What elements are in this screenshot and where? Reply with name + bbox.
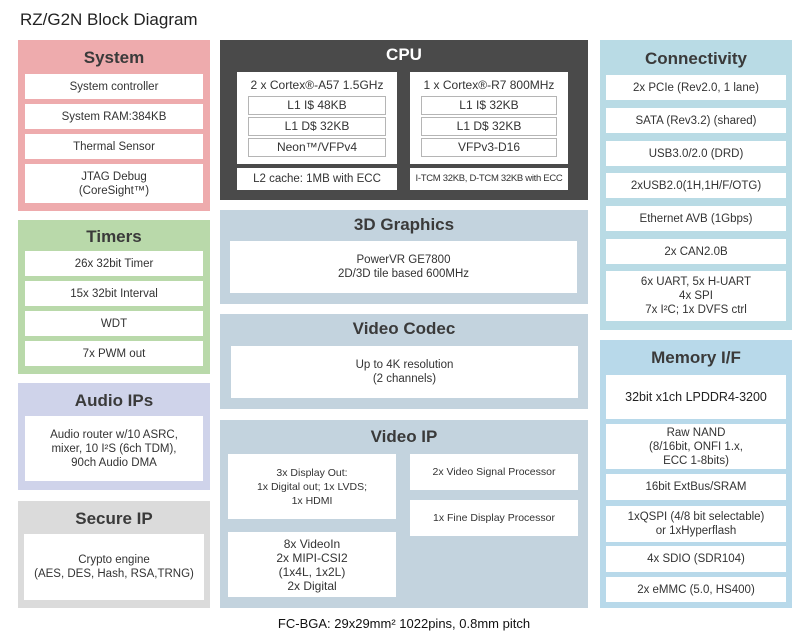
audio-title: Audio IPs bbox=[74, 391, 154, 410]
timers-item: 26x 32bit Timer bbox=[25, 251, 203, 276]
secure-item: Crypto engine (AES, DES, Hash, RSA,TRNG) bbox=[24, 534, 204, 600]
timers-block: Timers 26x 32bit Timer 15x 32bit Interva… bbox=[18, 220, 210, 374]
connectivity-item: 6x UART, 5x H-UART 4x SPI 7x I²C; 1x DVF… bbox=[606, 271, 786, 321]
timers-item: 15x 32bit Interval bbox=[25, 281, 203, 306]
video-ip-title: Video IP bbox=[370, 427, 438, 446]
system-block: System System controller System RAM:384K… bbox=[18, 40, 210, 211]
system-item: JTAG Debug (CoreSight™) bbox=[25, 164, 203, 203]
cpu-block: CPU 2 x Cortex®-A57 1.5GHz L1 I$ 48KB L1… bbox=[220, 40, 588, 200]
video-ip-vsp: 2x Video Signal Processor bbox=[410, 454, 578, 490]
secure-block: Secure IP Crypto engine (AES, DES, Hash,… bbox=[18, 501, 210, 608]
cpu-r7-row: L1 D$ 32KB bbox=[421, 117, 557, 136]
cpu-title: CPU bbox=[386, 45, 422, 64]
connectivity-item: 2x PCIe (Rev2.0, 1 lane) bbox=[606, 75, 786, 100]
connectivity-block: Connectivity 2x PCIe (Rev2.0, 1 lane) SA… bbox=[600, 40, 792, 330]
connectivity-title: Connectivity bbox=[644, 49, 748, 68]
system-item: System RAM:384KB bbox=[25, 104, 203, 129]
cpu-r7-tcm: I-TCM 32KB, D-TCM 32KB with ECC bbox=[410, 168, 568, 190]
audio-block: Audio IPs Audio router w/10 ASRC, mixer,… bbox=[18, 383, 210, 490]
cpu-a57-row: L1 I$ 48KB bbox=[248, 96, 386, 115]
memory-item: 16bit ExtBus/SRAM bbox=[606, 474, 786, 500]
timers-item: WDT bbox=[25, 311, 203, 336]
video-ip-display-out: 3x Display Out: 1x Digital out; 1x LVDS;… bbox=[228, 454, 396, 519]
connectivity-item: 2x CAN2.0B bbox=[606, 239, 786, 264]
video-codec-block: Video Codec Up to 4K resolution (2 chann… bbox=[220, 314, 588, 409]
video-codec-item: Up to 4K resolution (2 channels) bbox=[231, 346, 578, 398]
cpu-a57-row: Neon™/VFPv4 bbox=[248, 138, 386, 157]
audio-item: Audio router w/10 ASRC, mixer, 10 I²S (6… bbox=[25, 416, 203, 481]
diagram-title: RZ/G2N Block Diagram bbox=[20, 10, 198, 29]
connectivity-item: SATA (Rev3.2) (shared) bbox=[606, 108, 786, 133]
cpu-a57-l2-cache: L2 cache: 1MB with ECC bbox=[237, 168, 397, 190]
system-title: System bbox=[83, 48, 145, 67]
memory-title: Memory I/F bbox=[651, 348, 741, 367]
cpu-a57-header: 2 x Cortex®-A57 1.5GHz bbox=[250, 78, 384, 92]
memory-item: 4x SDIO (SDR104) bbox=[606, 546, 786, 572]
package-footer: FC-BGA: 29x29mm² 1022pins, 0.8mm pitch bbox=[277, 616, 531, 631]
graphics-title: 3D Graphics bbox=[353, 215, 455, 234]
cpu-r7-row: VFPv3-D16 bbox=[421, 138, 557, 157]
video-codec-title: Video Codec bbox=[352, 319, 456, 338]
memory-item: 2x eMMC (5.0, HS400) bbox=[606, 577, 786, 602]
video-ip-video-in: 8x VideoIn 2x MIPI-CSI2 (1x4L, 1x2L) 2x … bbox=[228, 532, 396, 597]
connectivity-item: 2xUSB2.0(1H,1H/F/OTG) bbox=[606, 173, 786, 198]
cpu-r7-header: 1 x Cortex®-R7 800MHz bbox=[423, 78, 555, 92]
system-item: Thermal Sensor bbox=[25, 134, 203, 159]
timers-item: 7x PWM out bbox=[25, 341, 203, 366]
memory-block: Memory I/F 32bit x1ch LPDDR4-3200 Raw NA… bbox=[600, 340, 792, 608]
video-ip-block: Video IP 3x Display Out: 1x Digital out;… bbox=[220, 420, 588, 608]
cpu-a57-row: L1 D$ 32KB bbox=[248, 117, 386, 136]
graphics-item: PowerVR GE7800 2D/3D tile based 600MHz bbox=[230, 241, 577, 293]
timers-title: Timers bbox=[86, 227, 142, 246]
memory-item: Raw NAND (8/16bit, ONFI 1.x, ECC 1-8bits… bbox=[606, 424, 786, 469]
connectivity-item: USB3.0/2.0 (DRD) bbox=[606, 141, 786, 166]
memory-item: 32bit x1ch LPDDR4-3200 bbox=[606, 375, 786, 419]
graphics-block: 3D Graphics PowerVR GE7800 2D/3D tile ba… bbox=[220, 210, 588, 304]
cpu-r7-cluster: 1 x Cortex®-R7 800MHz L1 I$ 32KB L1 D$ 3… bbox=[410, 72, 568, 164]
memory-item: 1xQSPI (4/8 bit selectable) or 1xHyperfl… bbox=[606, 506, 786, 542]
cpu-r7-row: L1 I$ 32KB bbox=[421, 96, 557, 115]
secure-title: Secure IP bbox=[75, 509, 153, 528]
connectivity-item: Ethernet AVB (1Gbps) bbox=[606, 206, 786, 231]
video-ip-fdp: 1x Fine Display Processor bbox=[410, 500, 578, 536]
system-item: System controller bbox=[25, 74, 203, 99]
cpu-a57-cluster: 2 x Cortex®-A57 1.5GHz L1 I$ 48KB L1 D$ … bbox=[237, 72, 397, 164]
